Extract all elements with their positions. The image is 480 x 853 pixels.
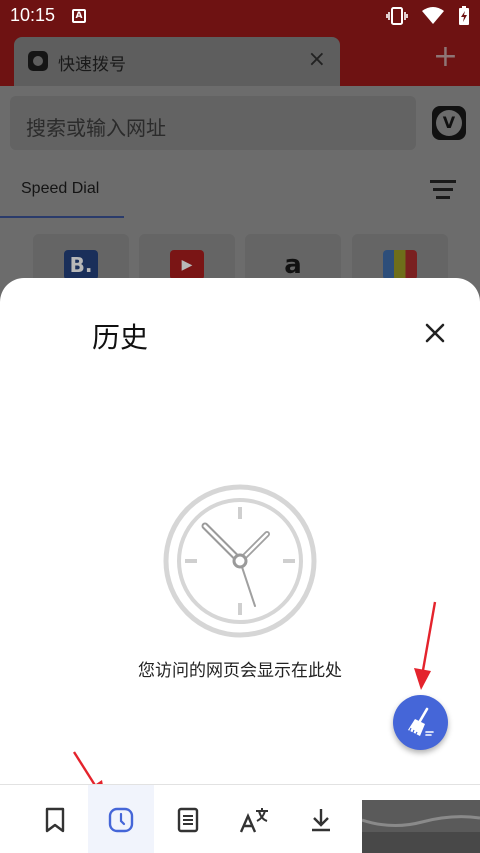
browser-chrome: 搜索或输入网址 Speed Dial B. ▶ a [0, 86, 480, 294]
clock-illustration-icon [163, 484, 317, 638]
vivaldi-tab-icon [28, 51, 48, 71]
vivaldi-menu-icon[interactable] [432, 106, 466, 140]
status-time: 10:15 [10, 5, 56, 25]
speed-dial-tab-indicator [0, 216, 124, 218]
downloads-nav-button[interactable] [288, 785, 354, 853]
annotation-arrow [414, 601, 437, 690]
broom-icon [408, 707, 434, 737]
history-panel: 历史 您访问的网页会显示在此处 [0, 278, 480, 786]
status-icons [386, 6, 470, 26]
screenshot-thumbnail [362, 800, 480, 853]
tab-close-button[interactable]: × [308, 49, 326, 71]
translate-nav-button[interactable] [221, 785, 287, 853]
speed-dial-sort-icon[interactable] [430, 180, 456, 204]
thumbnail-graphic [362, 800, 480, 853]
battery-icon [459, 6, 469, 25]
new-tab-button[interactable]: + [433, 42, 458, 72]
tab-title: 快速拨号 [58, 55, 126, 75]
app-root: 10:15 A 快速拨号 × + 搜索或输入网址 V Speed Dial B.… [0, 0, 480, 853]
status-bar: 10:15 A [0, 0, 480, 32]
booking-tile-icon: B. [64, 250, 98, 280]
vibrate-icon [386, 7, 408, 25]
history-empty-message: 您访问的网页会显示在此处 [138, 661, 342, 681]
tab-strip: 快速拨号 × + [0, 32, 480, 86]
shopping-tile-icon [383, 250, 417, 280]
amazon-tile-icon: a [284, 250, 302, 280]
translate-icon [239, 807, 268, 832]
bookmarks-nav-button[interactable] [22, 785, 88, 853]
a-icon: A [72, 9, 86, 23]
youtube-tile-icon: ▶ [170, 250, 204, 280]
speed-dial-tab[interactable]: Speed Dial [21, 180, 99, 198]
notes-icon [177, 807, 199, 832]
bookmark-icon [45, 807, 65, 832]
history-nav-button[interactable] [88, 785, 154, 853]
history-title: 历史 [92, 321, 149, 354]
notes-nav-button[interactable] [155, 785, 221, 853]
tab-speed-dial[interactable]: 快速拨号 × [14, 37, 340, 86]
history-clock-icon [108, 807, 134, 832]
wifi-icon [422, 7, 444, 24]
clear-history-button[interactable] [393, 695, 448, 750]
close-icon[interactable] [422, 320, 448, 346]
download-icon [312, 808, 330, 831]
url-bar[interactable]: 搜索或输入网址 [10, 96, 416, 150]
